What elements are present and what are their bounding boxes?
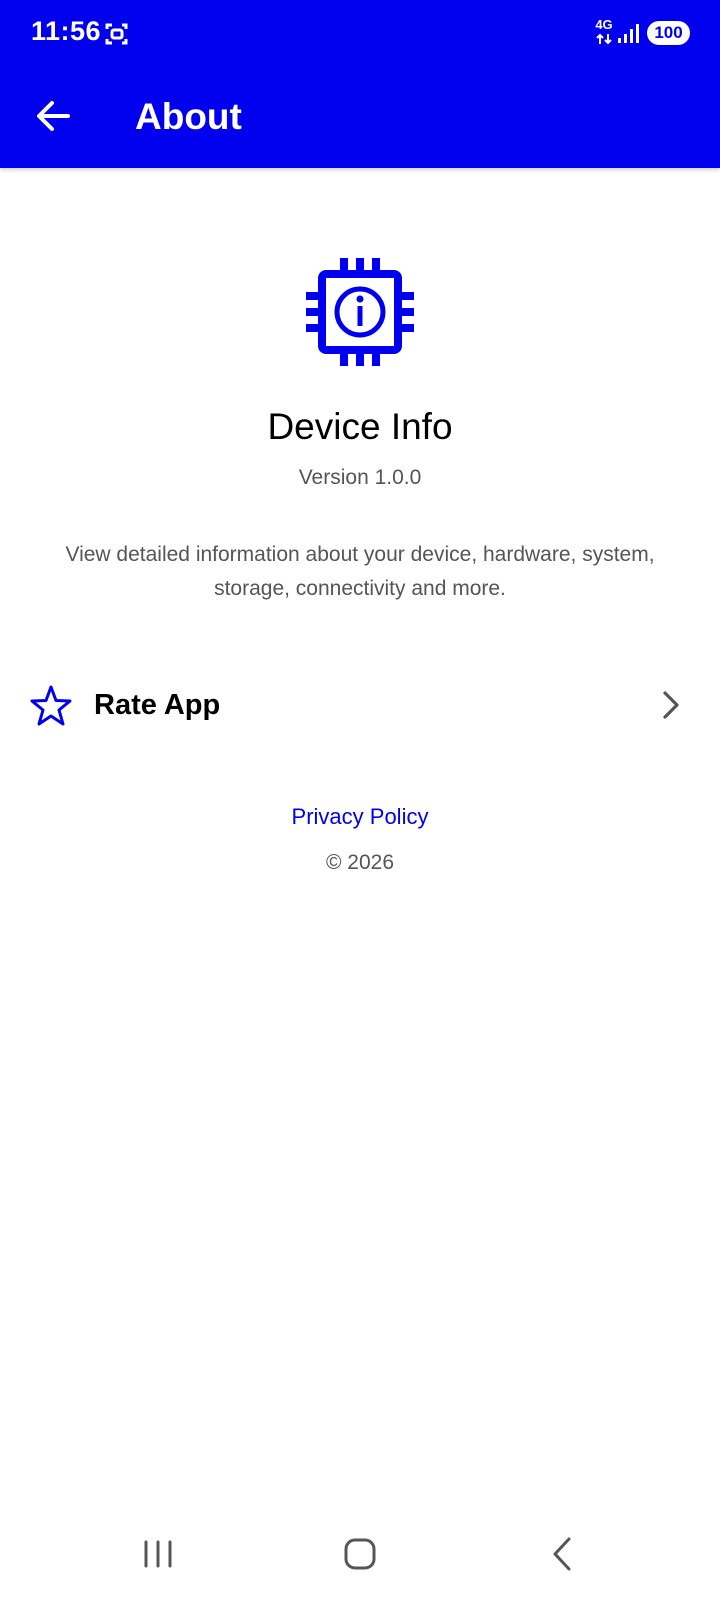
back-icon: [553, 1537, 571, 1571]
recent-apps-button[interactable]: [113, 1521, 203, 1591]
app-description: View detailed information about your dev…: [65, 543, 655, 600]
chevron-right-icon: [663, 691, 679, 719]
arrow-left-icon: [37, 101, 70, 131]
battery-icon: 100: [647, 21, 690, 45]
signal-icon: [618, 24, 639, 43]
rate-app-row[interactable]: Rate App: [0, 664, 720, 744]
network-type: 4G: [595, 17, 613, 32]
recent-apps-icon: [144, 1540, 172, 1568]
about-screen: 11:56 4G 100 About Device Info Version 1…: [0, 0, 720, 1600]
system-navigation-bar: [0, 1520, 720, 1600]
screenshot-icon: [105, 23, 128, 45]
back-button[interactable]: [26, 88, 82, 144]
home-icon: [344, 1538, 376, 1570]
chip-info-icon: [306, 258, 414, 366]
app-bar: 11:56 4G 100 About: [0, 0, 720, 168]
copyright-text: © 2026: [325, 851, 395, 874]
star-outline-icon: [30, 685, 72, 726]
home-button[interactable]: [315, 1521, 405, 1591]
status-time: 11:56: [31, 16, 102, 46]
rate-app-label: Rate App: [94, 689, 221, 721]
app-version: Version 1.0.0: [298, 466, 422, 489]
privacy-policy-link[interactable]: Privacy Policy: [260, 800, 460, 834]
page-title: About: [135, 96, 242, 137]
network-arrows-icon: [596, 33, 612, 45]
system-back-button[interactable]: [517, 1521, 607, 1591]
status-bar: 11:56 4G 100: [0, 0, 720, 68]
app-name: Device Info: [267, 406, 453, 447]
